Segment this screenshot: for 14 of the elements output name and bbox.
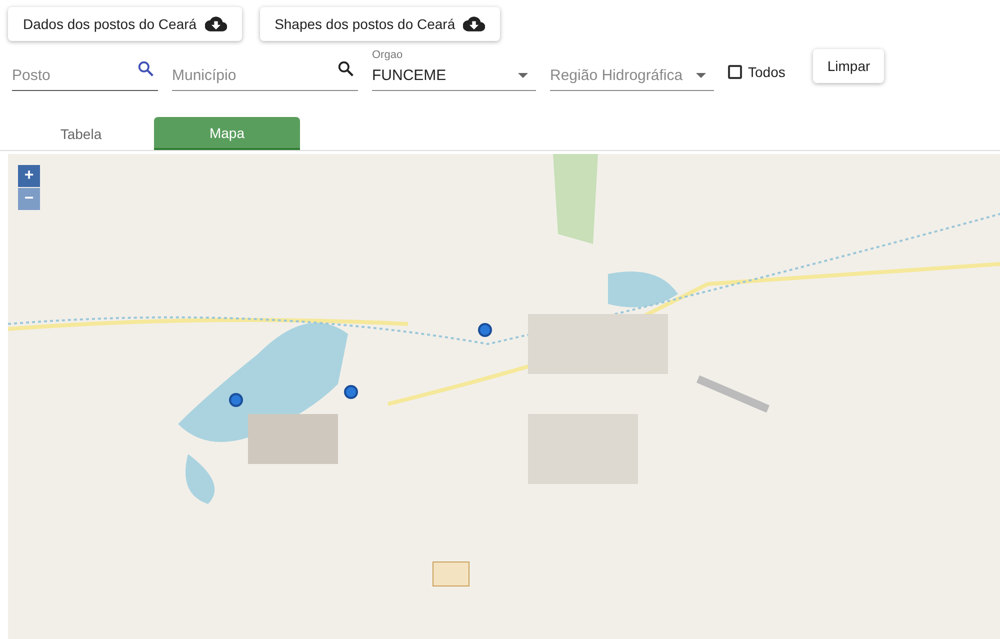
- tab[interactable]: Mapa: [154, 117, 300, 150]
- clear-button[interactable]: Limpar: [813, 49, 884, 83]
- select-field[interactable]: Orgao FUNCEME: [372, 51, 536, 91]
- download-button[interactable]: Dados dos postos do Ceará: [8, 7, 242, 41]
- zoom-in-button[interactable]: +: [18, 165, 40, 187]
- search-field[interactable]: Posto: [12, 51, 158, 91]
- field-value: FUNCEME: [372, 67, 446, 84]
- search-field[interactable]: Município: [172, 51, 358, 91]
- field-placeholder: Região Hidrográfica: [550, 67, 683, 84]
- select-field[interactable]: Região Hidrográfica: [550, 51, 714, 91]
- download-button[interactable]: Shapes dos postos do Ceará: [260, 7, 500, 41]
- checkbox-label: Todos: [748, 64, 786, 80]
- field-label: Orgao: [372, 49, 403, 61]
- tab[interactable]: Tabela: [8, 117, 154, 150]
